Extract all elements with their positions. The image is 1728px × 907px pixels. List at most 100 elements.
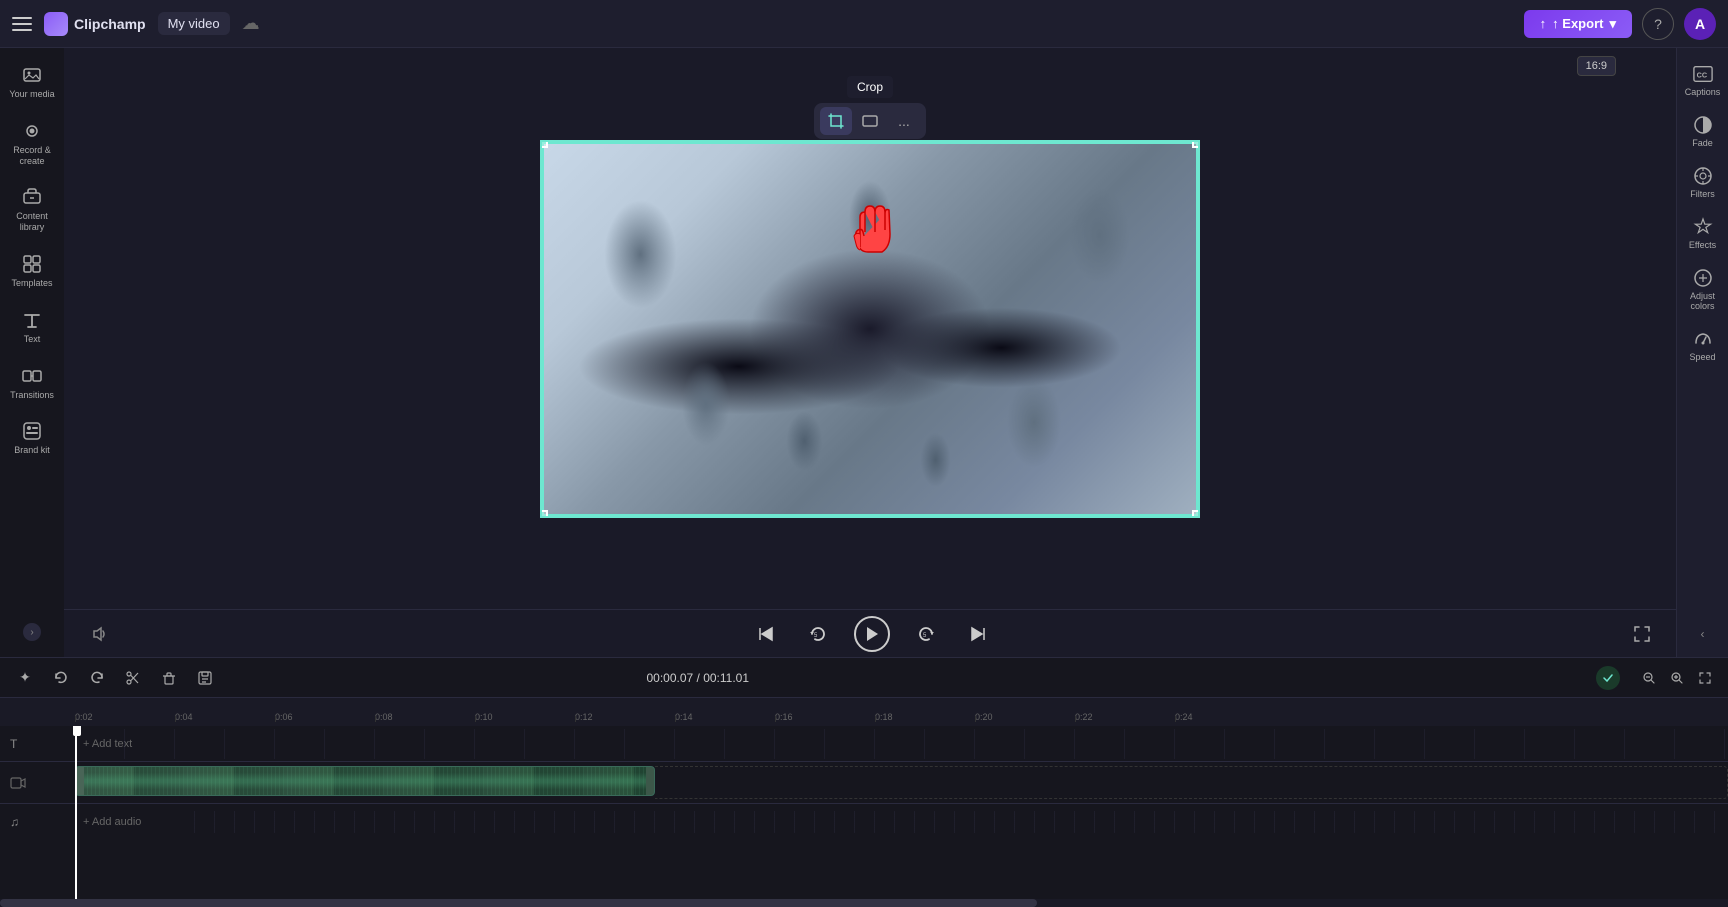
right-panel-collapse-button[interactable]: ‹: [1693, 619, 1713, 649]
expand-timeline-button[interactable]: [1694, 667, 1716, 689]
app-name: Clipchamp: [74, 16, 146, 32]
clip-handle-right[interactable]: [646, 767, 654, 795]
right-panel-fade[interactable]: Fade: [1679, 107, 1727, 156]
help-button[interactable]: ?: [1642, 8, 1674, 40]
rewind-button[interactable]: 5: [802, 618, 834, 650]
video-title[interactable]: My video: [158, 12, 230, 35]
right-panel: CC Captions Fade: [1676, 48, 1728, 657]
record-create-icon: [21, 120, 43, 142]
text-icon: [21, 309, 43, 331]
captions-icon: CC: [1693, 64, 1713, 84]
hand-cursor-icon: [840, 192, 900, 262]
crop-handle-bottom-left[interactable]: [540, 510, 548, 518]
transitions-icon: [21, 365, 43, 387]
skip-back-button[interactable]: [750, 618, 782, 650]
right-panel-effects[interactable]: Effects: [1679, 209, 1727, 258]
text-track: T + Add text: [0, 726, 1728, 762]
more-icon: ...: [898, 113, 910, 129]
ruler-mark-0:06: 0:06: [275, 712, 293, 722]
check-mark-badge: [1596, 666, 1620, 690]
sidebar-item-content-library[interactable]: Content library: [4, 178, 60, 241]
sidebar-item-text[interactable]: Text: [4, 301, 60, 353]
more-tools-button[interactable]: ...: [888, 107, 920, 135]
svg-text:5: 5: [923, 633, 927, 639]
video-preview[interactable]: [540, 140, 1200, 518]
crop-tool-button[interactable]: [820, 107, 852, 135]
video-track-content: [75, 762, 1728, 803]
effects-label: Effects: [1689, 240, 1716, 250]
ruler-mark-0:14: 0:14: [675, 712, 693, 722]
filters-label: Filters: [1690, 189, 1715, 199]
export-chevron-icon: ▾: [1609, 16, 1616, 32]
export-label: ↑ Export: [1552, 16, 1603, 31]
topbar-right: ↑ ↑ Export ▾ ? A: [1524, 8, 1716, 40]
clip-waveform: [84, 767, 646, 795]
topbar-left: Clipchamp My video ☁: [12, 12, 1524, 36]
fade-label: Fade: [1692, 138, 1713, 148]
forward-button[interactable]: 5: [910, 618, 942, 650]
menu-button[interactable]: [12, 14, 32, 34]
crop-selection-overlay: [542, 142, 1198, 516]
playhead[interactable]: [75, 726, 77, 899]
sidebar-expand-button[interactable]: ›: [23, 623, 41, 641]
right-panel-speed[interactable]: Speed: [1679, 321, 1727, 370]
timeline-scrollbar-thumb[interactable]: [0, 899, 1037, 907]
right-panel-adjust-colors[interactable]: Adjust colors: [1679, 260, 1727, 319]
add-audio-button[interactable]: + Add audio: [75, 816, 141, 828]
crop-handle-bottom-right[interactable]: [1192, 510, 1200, 518]
playback-bar: 5 5: [64, 609, 1676, 657]
playback-right: [1628, 620, 1656, 648]
export-button[interactable]: ↑ ↑ Export ▾: [1524, 10, 1632, 38]
skip-forward-button[interactable]: [962, 618, 994, 650]
text-track-label: T: [0, 737, 75, 751]
audio-track-icon: ♫: [10, 815, 19, 829]
ruler-mark-0:16: 0:16: [775, 712, 793, 722]
sidebar-item-record-label: Record & create: [8, 145, 56, 167]
export-arrow-icon: ↑: [1540, 16, 1547, 31]
center-area: 16:9 Crop ...: [64, 48, 1676, 657]
play-button[interactable]: [854, 616, 890, 652]
text-track-icon: T: [10, 737, 17, 751]
sidebar-item-transitions-label: Transitions: [10, 390, 54, 401]
right-panel-captions[interactable]: CC Captions: [1679, 56, 1727, 105]
add-text-button[interactable]: + Add text: [75, 738, 132, 750]
ruler-mark-0:20: 0:20: [975, 712, 993, 722]
ruler-mark-0:24: 0:24: [1175, 712, 1193, 722]
sidebar-item-record-create[interactable]: Record & create: [4, 112, 60, 175]
crop-handle-top-right[interactable]: [1192, 140, 1200, 148]
timeline-scrollbar[interactable]: [0, 899, 1728, 907]
undo-button[interactable]: [48, 665, 74, 691]
sidebar-item-transitions[interactable]: Transitions: [4, 357, 60, 409]
sidebar-item-templates[interactable]: Templates: [4, 245, 60, 297]
save-to-timeline-button[interactable]: [192, 665, 218, 691]
timeline-ruler: 0:02 0:04 0:06 0:08: [0, 698, 1728, 726]
right-panel-filters[interactable]: Filters: [1679, 158, 1727, 207]
zoom-in-button[interactable]: [1666, 667, 1688, 689]
zoom-out-button[interactable]: [1638, 667, 1660, 689]
fullscreen-button[interactable]: [1628, 620, 1656, 648]
aspect-ratio-tool-button[interactable]: [854, 107, 886, 135]
video-clip[interactable]: [75, 766, 655, 796]
adjust-colors-icon: [1693, 268, 1713, 288]
timeline-area: ✦: [0, 657, 1728, 907]
text-track-content: + Add text: [75, 729, 1728, 759]
ruler-mark-0:08: 0:08: [375, 712, 393, 722]
video-track-icon: [10, 775, 26, 791]
main-content: Your media Record & create Content libr: [0, 48, 1728, 657]
sidebar-item-brand-kit[interactable]: Brand kit: [4, 412, 60, 464]
sidebar-item-your-media[interactable]: Your media: [4, 56, 60, 108]
volume-button[interactable]: [84, 618, 116, 650]
sparkle-icon: ✦: [19, 669, 31, 686]
aspect-ratio-badge[interactable]: 16:9: [1577, 56, 1616, 76]
timeline-time-display: 00:00.07 / 00:11.01: [646, 671, 749, 685]
sidebar-item-your-media-label: Your media: [9, 89, 54, 100]
crop-handle-top-left[interactable]: [540, 140, 548, 148]
clip-handle-left[interactable]: [76, 767, 84, 795]
delete-button[interactable]: [156, 665, 182, 691]
fade-icon: [1693, 115, 1713, 135]
avatar[interactable]: A: [1684, 8, 1716, 40]
magic-button[interactable]: ✦: [12, 665, 38, 691]
cut-button[interactable]: [120, 665, 146, 691]
audio-track-content: + Add audio: [75, 807, 1728, 837]
redo-button[interactable]: [84, 665, 110, 691]
